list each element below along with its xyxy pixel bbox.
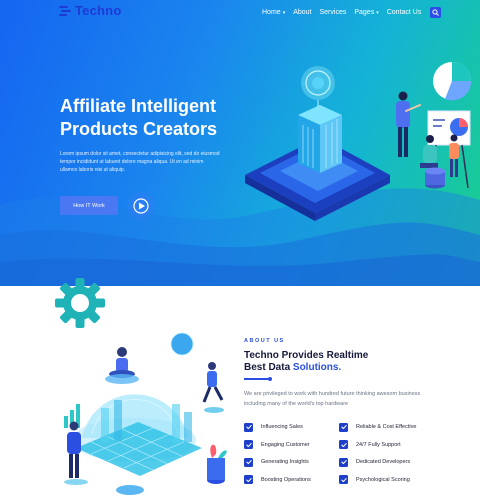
nav-item-label: Pages: [354, 9, 375, 16]
about-title-line-2: Best Data Solutions.: [244, 362, 368, 374]
nav-item-contact[interactable]: Contact Us: [387, 9, 422, 16]
brand-name: Techno: [75, 3, 122, 18]
gear-icon: [55, 278, 105, 328]
about-description: We are privileged to work with hundred f…: [244, 391, 421, 407]
about-tag: ABOUT US: [244, 338, 285, 344]
divider-bar: [244, 378, 271, 380]
search-icon: [432, 9, 440, 16]
nav-item-home[interactable]: Home ▾: [262, 9, 285, 16]
hero-description: Lorem ipsum dolor sit amet, consectetur …: [60, 151, 220, 173]
feature-item: Generating Insights: [244, 457, 339, 467]
hero-illustration: [245, 62, 472, 221]
checkbox-icon: [244, 422, 253, 432]
feature-label: Dedicated Developers: [356, 459, 411, 465]
feature-item: Influencing Sales: [244, 422, 339, 432]
checkbox-icon: [244, 457, 253, 467]
nav-item-label: Home: [262, 9, 281, 16]
feature-label: Boosting Operations: [261, 476, 311, 483]
nav-item-label: Contact Us: [386, 9, 422, 16]
feature-item: Psychological Scoring: [339, 475, 434, 485]
how-it-work-button[interactable]: How IT Work: [60, 196, 118, 215]
checkbox-icon: [244, 475, 253, 484]
checkbox-icon: [244, 440, 253, 449]
nav-item-label: About: [293, 9, 312, 16]
feature-item: Reliable & Cost Effective: [339, 422, 434, 432]
feature-item: Dedicated Developers: [339, 457, 434, 467]
checkbox-icon: [339, 475, 348, 484]
nav-item-about[interactable]: About: [293, 9, 311, 16]
about-title-highlight: Solutions.: [292, 362, 342, 373]
about-title: Techno Provides Realtime Best Data Solut…: [244, 350, 368, 374]
play-icon[interactable]: [126, 191, 156, 221]
feature-item: Boosting Operations: [244, 475, 339, 485]
checkbox-icon: [339, 440, 348, 449]
nav-item-services[interactable]: Services: [320, 9, 347, 16]
logo-mark-icon: [59, 5, 71, 16]
feature-list: Influencing Sales Reliable & Cost Effect…: [244, 422, 444, 485]
about-illustration: [64, 332, 227, 495]
hero-title-line-2: Products Creators: [60, 119, 218, 139]
hero-title-line-1: Affiliate Intelligent: [60, 96, 217, 116]
nav-item-label: Services: [319, 9, 347, 16]
brand-logo[interactable]: Techno: [59, 3, 121, 18]
nav-item-pages[interactable]: Pages ▾: [354, 9, 378, 16]
feature-item: Engaging Customer: [244, 440, 339, 450]
checkbox-icon: [339, 422, 348, 432]
hero-title: Affiliate Intelligent Products Creators: [60, 95, 260, 141]
feature-label: Influencing Sales: [261, 424, 303, 430]
hero-section: Techno Home ▾ About Services Pages ▾ Con…: [0, 0, 480, 286]
divider-dot: [268, 376, 272, 381]
search-button[interactable]: [430, 7, 442, 18]
about-title-line-1: Techno Provides Realtime: [244, 350, 369, 361]
feature-label: Psychological Scoring: [356, 476, 410, 483]
about-title-prefix: Best Data: [244, 362, 293, 373]
feature-item: 24/7 Fully Support: [339, 440, 434, 450]
feature-label: Engaging Customer: [261, 441, 310, 448]
checkbox-icon: [339, 457, 348, 467]
chevron-down-icon: ▾: [282, 9, 286, 16]
chevron-down-icon: ▾: [376, 9, 379, 16]
main-nav: Home ▾ About Services Pages ▾ Contact Us: [262, 7, 442, 18]
title-divider: [244, 376, 273, 381]
feature-label: 24/7 Fully Support: [356, 441, 401, 448]
feature-label: Generating Insights: [261, 459, 309, 465]
feature-label: Reliable & Cost Effective: [356, 424, 417, 430]
